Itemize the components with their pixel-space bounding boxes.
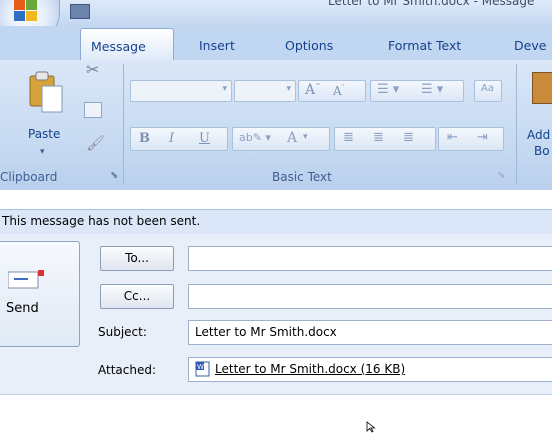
alignment-buttons[interactable]: ≣ ≣ ≣ [334, 127, 436, 151]
send-button[interactable] [0, 241, 80, 347]
list-buttons[interactable]: ☰ ▾ ☰ ▾ [370, 80, 464, 102]
attached-field[interactable]: W Letter to Mr Smith.docx (16 KB) [188, 357, 552, 382]
address-book-icon[interactable] [532, 72, 552, 104]
to-button[interactable]: To... [100, 246, 174, 271]
send-label: Send [6, 301, 39, 316]
address-book-label-1[interactable]: Add [527, 128, 550, 142]
group-divider [516, 64, 517, 184]
italic-button[interactable]: I [169, 131, 174, 146]
font-name-combo[interactable]: ▾ [130, 80, 232, 102]
basic-text-launcher-icon[interactable]: ⬊ [497, 170, 505, 181]
window-title: Letter to Mr Smith.docx - Message [328, 0, 535, 8]
basic-text-group-label: Basic Text [272, 170, 332, 184]
paste-icon [26, 70, 66, 114]
font-color-dropdown-icon: ▾ [303, 132, 308, 142]
ribbon: Paste ▾ ✂ 🖌 Clipboard ⬊ ▾ ▾ A^ Aˇ ☰ ▾ ☰ … [0, 60, 552, 190]
cc-field[interactable] [188, 284, 552, 309]
info-bar: This message has not been sent. [0, 209, 552, 235]
highlight-fontcolor-buttons[interactable]: ab✎ ▾ A ▾ [232, 127, 330, 151]
indent-buttons[interactable]: ⇤ ⇥ [438, 127, 504, 151]
message-body[interactable] [0, 394, 552, 432]
clipboard-group-label: Clipboard [0, 170, 58, 184]
send-envelope-icon [8, 270, 44, 289]
mouse-cursor-icon [366, 421, 376, 433]
quick-access-icon[interactable] [70, 4, 90, 19]
word-document-icon: W [195, 361, 210, 377]
address-book-label-2[interactable]: Bo [534, 144, 550, 158]
align-left-icon: ≣ [343, 130, 354, 145]
info-bar-text: This message has not been sent. [2, 214, 201, 228]
highlight-icon: ab✎ ▾ [239, 131, 271, 144]
tab-insert[interactable]: Insert [199, 38, 235, 53]
office-logo-icon [14, 0, 37, 21]
font-size-combo[interactable]: ▾ [234, 80, 296, 102]
tab-options[interactable]: Options [285, 38, 333, 53]
to-field[interactable] [188, 246, 552, 271]
svg-text:W: W [197, 363, 204, 371]
tab-message-label: Message [91, 39, 146, 54]
shrink-font-icon: Aˇ [333, 84, 346, 98]
format-painter-icon[interactable]: 🖌 [86, 134, 105, 152]
increase-indent-icon: ⇥ [477, 130, 488, 145]
tab-message[interactable]: Message [80, 28, 174, 62]
attached-label: Attached: [98, 363, 157, 377]
cc-button[interactable]: Cc... [100, 284, 174, 309]
copy-icon[interactable] [84, 102, 102, 118]
tab-format-text[interactable]: Format Text [388, 38, 461, 53]
underline-button[interactable]: U [199, 131, 210, 146]
align-center-icon: ≣ [373, 130, 384, 145]
font-color-button[interactable]: A [287, 130, 297, 146]
bullets-icon: ☰ ▾ [377, 82, 400, 97]
grow-font-icon: A^ [305, 82, 321, 98]
cut-icon[interactable]: ✂ [86, 60, 99, 79]
grow-shrink-font-buttons[interactable]: A^ Aˇ [298, 80, 366, 102]
attachment-link[interactable]: Letter to Mr Smith.docx (16 KB) [215, 362, 405, 376]
subject-field[interactable]: Letter to Mr Smith.docx [188, 320, 552, 345]
numbering-icon: ☰ ▾ [421, 82, 444, 97]
tab-developer[interactable]: Deve [514, 38, 546, 53]
bold-italic-underline-buttons[interactable]: B I U [130, 127, 228, 151]
subject-value: Letter to Mr Smith.docx [195, 325, 337, 339]
paste-dropdown-icon[interactable]: ▾ [40, 147, 45, 157]
clipboard-launcher-icon[interactable]: ⬊ [110, 170, 118, 181]
decrease-indent-icon: ⇤ [447, 130, 458, 145]
align-right-icon: ≣ [403, 130, 414, 145]
paste-button[interactable]: Paste [28, 127, 60, 141]
subject-label: Subject: [98, 325, 147, 339]
bold-button[interactable]: B [139, 131, 150, 146]
styles-icon[interactable]: Aa [474, 80, 502, 102]
group-divider [123, 64, 124, 184]
